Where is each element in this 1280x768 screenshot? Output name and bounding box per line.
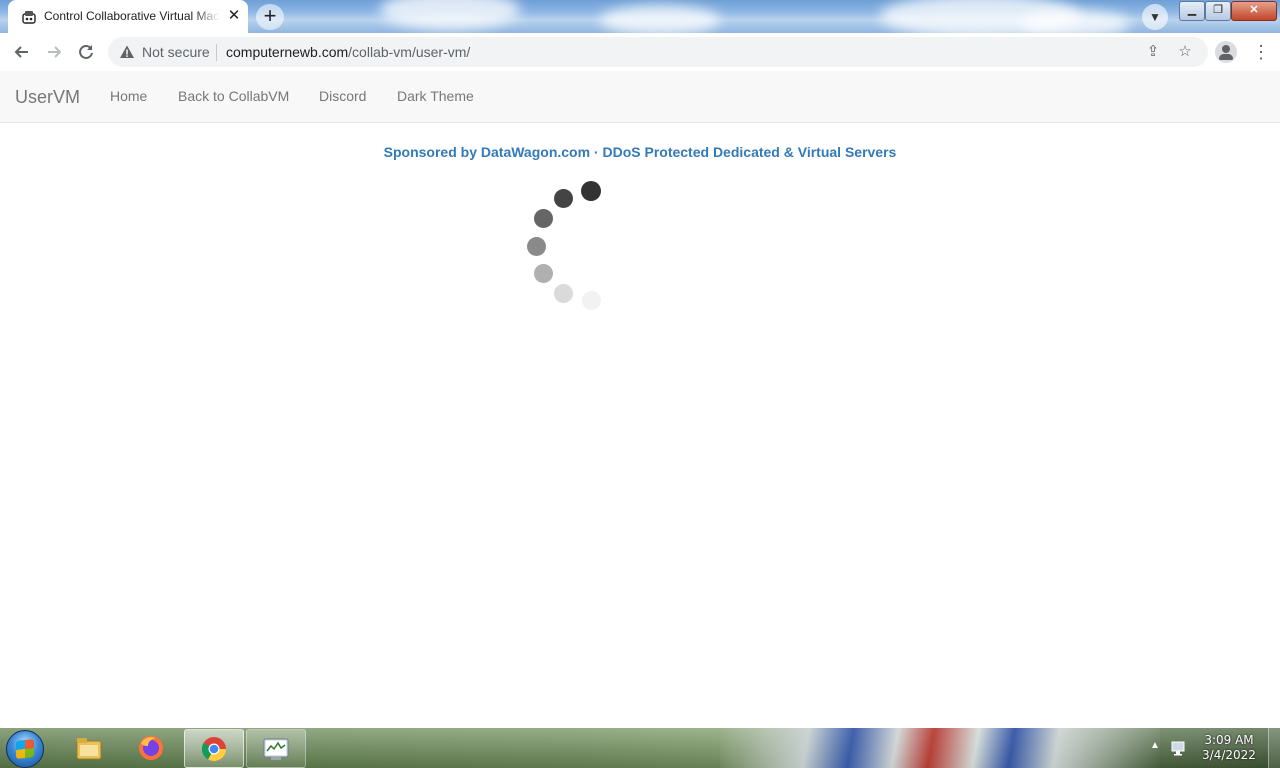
spinner-dot <box>581 181 601 201</box>
new-tab-button[interactable]: + <box>256 4 284 30</box>
nav-link-home[interactable]: Home <box>110 88 147 104</box>
show-desktop-button[interactable] <box>1268 728 1280 768</box>
window-close-button[interactable]: ✕ <box>1231 1 1277 21</box>
spinner-dot <box>527 237 546 256</box>
tab-title: Control Collaborative Virtual Machines <box>44 9 220 23</box>
window-minimize-button[interactable]: ▁ <box>1179 1 1205 21</box>
taskbar-item-explorer[interactable] <box>60 729 118 766</box>
nav-link-discord[interactable]: Discord <box>319 88 366 104</box>
navbar-brand[interactable]: UserVM <box>15 87 80 108</box>
sponsor-link[interactable]: Sponsored by DataWagon.com · DDoS Protec… <box>0 144 1280 160</box>
address-separator <box>216 44 217 61</box>
network-icon[interactable] <box>1170 739 1188 757</box>
warning-triangle-icon[interactable] <box>119 44 135 60</box>
clock-time: 3:09 AM <box>1204 733 1254 747</box>
folder-icon <box>76 738 102 760</box>
spinner-dot <box>582 291 601 310</box>
tab-search-chevron-down-icon[interactable]: ▼ <box>1142 4 1168 30</box>
url-host: computernewb.com <box>226 44 349 60</box>
taskbar-item-task-manager[interactable] <box>246 729 306 768</box>
taskbar-item-firefox[interactable] <box>122 729 180 766</box>
browser-toolbar: Not secure computernewb.com/collab-vm/us… <box>0 33 1280 72</box>
nav-link-dark-theme[interactable]: Dark Theme <box>397 88 474 104</box>
forward-arrow-icon[interactable] <box>44 42 64 62</box>
task-manager-icon <box>263 738 289 760</box>
windows-logo-icon <box>16 739 34 759</box>
address-bar[interactable]: Not secure computernewb.com/collab-vm/us… <box>108 37 1208 67</box>
share-icon[interactable]: ⇪ <box>1145 44 1161 60</box>
chrome-icon <box>201 737 226 762</box>
bookmark-star-icon[interactable]: ☆ <box>1177 44 1193 60</box>
wallpaper-decoration <box>720 728 1160 768</box>
show-hidden-icons-chevron-up-icon[interactable]: ▲ <box>1150 740 1160 751</box>
spinner-dot <box>554 189 573 208</box>
spinner-dot <box>534 264 553 283</box>
taskbar-item-chrome[interactable] <box>184 729 244 768</box>
browser-menu-kebab-icon[interactable]: ⋮ <box>1252 42 1270 62</box>
window-restore-button[interactable]: ❐ <box>1205 1 1231 21</box>
browser-tab-active[interactable]: Control Collaborative Virtual Machines ✕ <box>8 0 248 33</box>
windows-taskbar: ▲ 3:09 AM 3/4/2022 <box>0 728 1280 768</box>
firefox-icon <box>139 736 163 760</box>
spinner-dot <box>554 284 573 303</box>
profile-avatar-icon[interactable] <box>1215 41 1237 63</box>
clock-date: 3/4/2022 <box>1202 748 1256 762</box>
nav-link-back-to-collabvm[interactable]: Back to CollabVM <box>178 88 289 104</box>
system-clock[interactable]: 3:09 AM 3/4/2022 <box>1196 733 1262 763</box>
spinner-dot <box>534 209 553 228</box>
start-button[interactable] <box>6 730 44 768</box>
reload-icon[interactable] <box>76 42 96 62</box>
page-navbar: UserVM Home Back to CollabVM Discord Dar… <box>0 71 1280 123</box>
collabvm-favicon-icon <box>22 11 36 24</box>
tab-close-icon[interactable]: ✕ <box>226 8 242 24</box>
url-path: /collab-vm/user-vm/ <box>348 44 471 60</box>
back-arrow-icon[interactable] <box>12 42 32 62</box>
url-text[interactable]: computernewb.com/collab-vm/user-vm/ <box>226 44 470 60</box>
security-status-label[interactable]: Not secure <box>142 44 210 60</box>
browser-tab-strip: Control Collaborative Virtual Machines ✕… <box>0 0 1280 33</box>
